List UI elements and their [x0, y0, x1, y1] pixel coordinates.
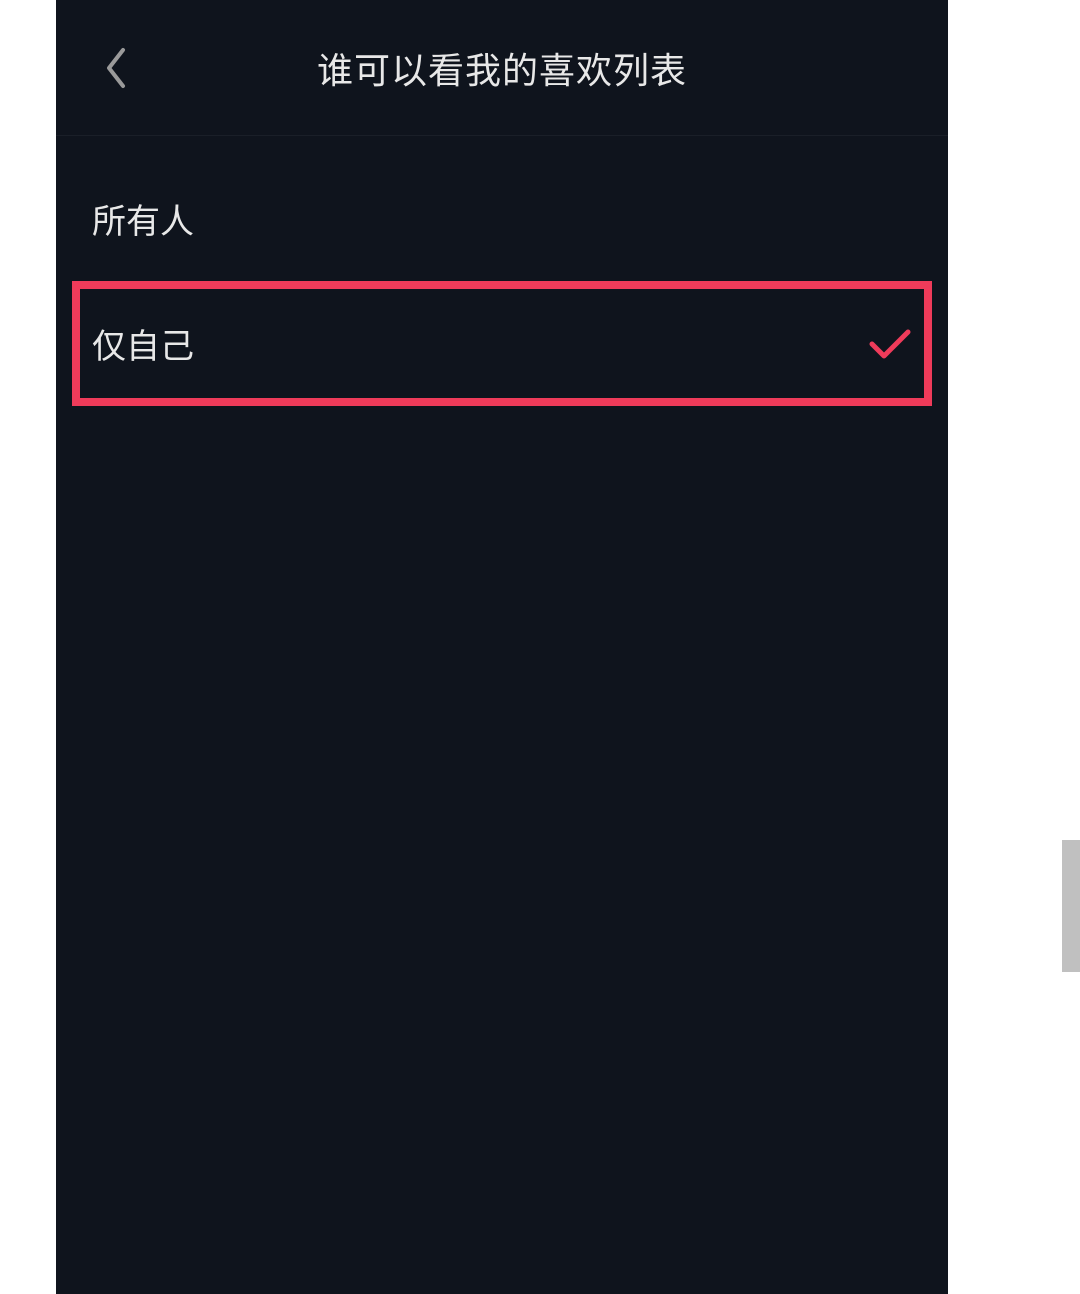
checkmark-icon [868, 326, 912, 362]
scrollbar[interactable] [1062, 840, 1080, 972]
chevron-left-icon [103, 46, 129, 90]
option-label: 仅自己 [92, 319, 194, 368]
app-container: 谁可以看我的喜欢列表 所有人 仅自己 [56, 0, 948, 1294]
header: 谁可以看我的喜欢列表 [56, 0, 948, 136]
option-label: 所有人 [92, 194, 194, 243]
back-button[interactable] [94, 46, 138, 90]
options-list: 所有人 仅自己 [56, 136, 948, 406]
option-only-me[interactable]: 仅自己 [72, 281, 932, 406]
option-everyone[interactable]: 所有人 [56, 156, 948, 281]
page-title: 谁可以看我的喜欢列表 [317, 42, 687, 94]
